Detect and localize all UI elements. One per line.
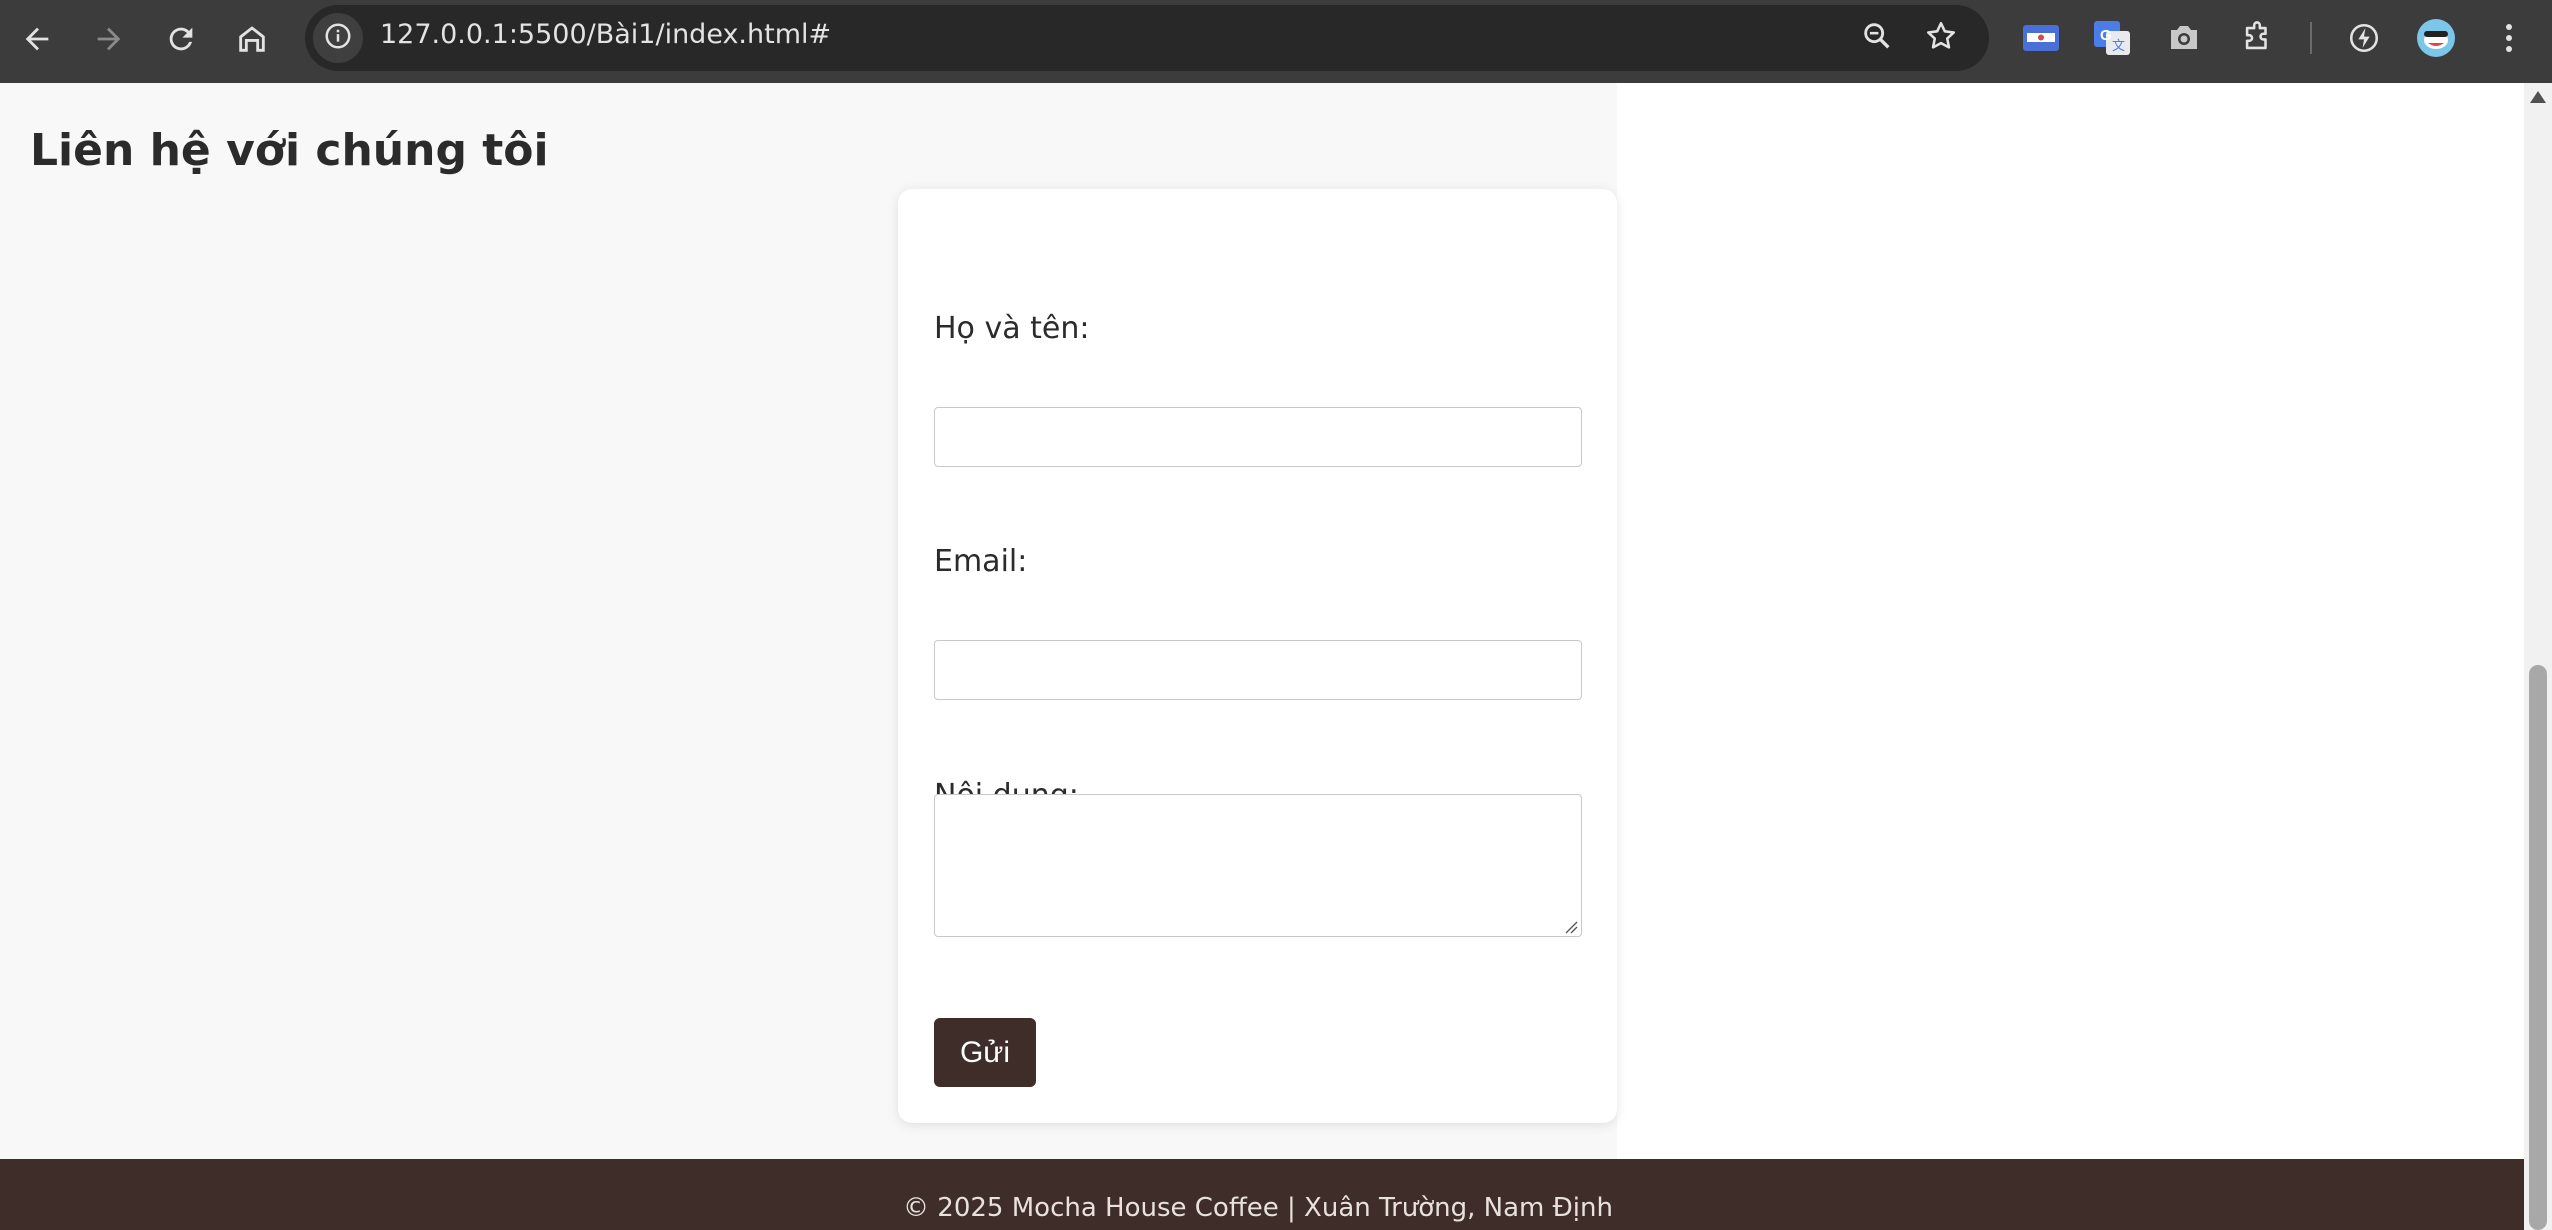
vertical-scrollbar[interactable] (2524, 83, 2552, 1230)
forward-button[interactable] (80, 12, 138, 70)
menu-dots-icon (2503, 21, 2515, 59)
profile-avatar-icon (2416, 18, 2456, 62)
message-textarea[interactable] (934, 794, 1582, 937)
home-button[interactable] (223, 12, 281, 70)
reload-button[interactable] (152, 12, 210, 70)
svg-text:G: G (2100, 27, 2112, 44)
browser-toolbar: 127.0.0.1:5500/Bài1/index.html# G文 (0, 0, 2552, 83)
extensions-button[interactable] (2232, 15, 2282, 65)
home-icon (235, 22, 269, 60)
performance-icon (2347, 21, 2381, 59)
zoom-button[interactable] (1857, 18, 1897, 58)
page-title: Liên hệ với chúng tôi (30, 125, 549, 176)
star-icon (1924, 19, 1958, 57)
tickets-extension-icon (2022, 22, 2060, 58)
reload-icon (164, 22, 198, 60)
browser-menu-button[interactable] (2484, 15, 2534, 65)
zoom-icon (1860, 19, 1894, 57)
page-viewport: Liên hệ với chúng tôi Họ và tên: Email: … (0, 83, 2524, 1230)
svg-text:文: 文 (2112, 38, 2125, 53)
profile-button[interactable] (2411, 15, 2461, 65)
info-icon (323, 21, 353, 55)
tickets-extension-button[interactable] (2016, 15, 2066, 65)
resize-handle-icon[interactable] (1564, 919, 1578, 934)
name-label: Họ và tên: (934, 311, 1090, 346)
contact-form: Họ và tên: Email: Nội dung: Gửi (898, 189, 1617, 1123)
google-translate-button[interactable]: G文 (2087, 15, 2137, 65)
scrollbar-thumb[interactable] (2529, 665, 2547, 1230)
url-text[interactable]: 127.0.0.1:5500/Bài1/index.html# (380, 19, 831, 50)
bookmark-button[interactable] (1921, 18, 1961, 58)
name-field[interactable] (934, 407, 1582, 467)
performance-button[interactable] (2339, 15, 2389, 65)
back-button[interactable] (8, 12, 66, 70)
camera-extension-button[interactable] (2159, 15, 2209, 65)
page-footer: © 2025 Mocha House Coffee | Xuân Trường,… (0, 1159, 2524, 1230)
footer-text: © 2025 Mocha House Coffee | Xuân Trường,… (903, 1193, 1613, 1223)
google-translate-icon: G文 (2093, 20, 2131, 60)
camera-icon (2167, 23, 2201, 57)
email-label: Email: (934, 544, 1028, 579)
forward-arrow-icon (92, 22, 126, 60)
toolbar-divider (2310, 22, 2312, 54)
page-background-panel (1617, 83, 2524, 1159)
scroll-up-arrow-icon[interactable] (2530, 91, 2546, 103)
puzzle-icon (2240, 21, 2274, 59)
back-arrow-icon (20, 22, 54, 60)
address-bar[interactable]: 127.0.0.1:5500/Bài1/index.html# (305, 5, 1989, 71)
site-info-button[interactable] (313, 13, 363, 63)
submit-button[interactable]: Gửi (934, 1018, 1036, 1087)
email-field[interactable] (934, 640, 1582, 700)
